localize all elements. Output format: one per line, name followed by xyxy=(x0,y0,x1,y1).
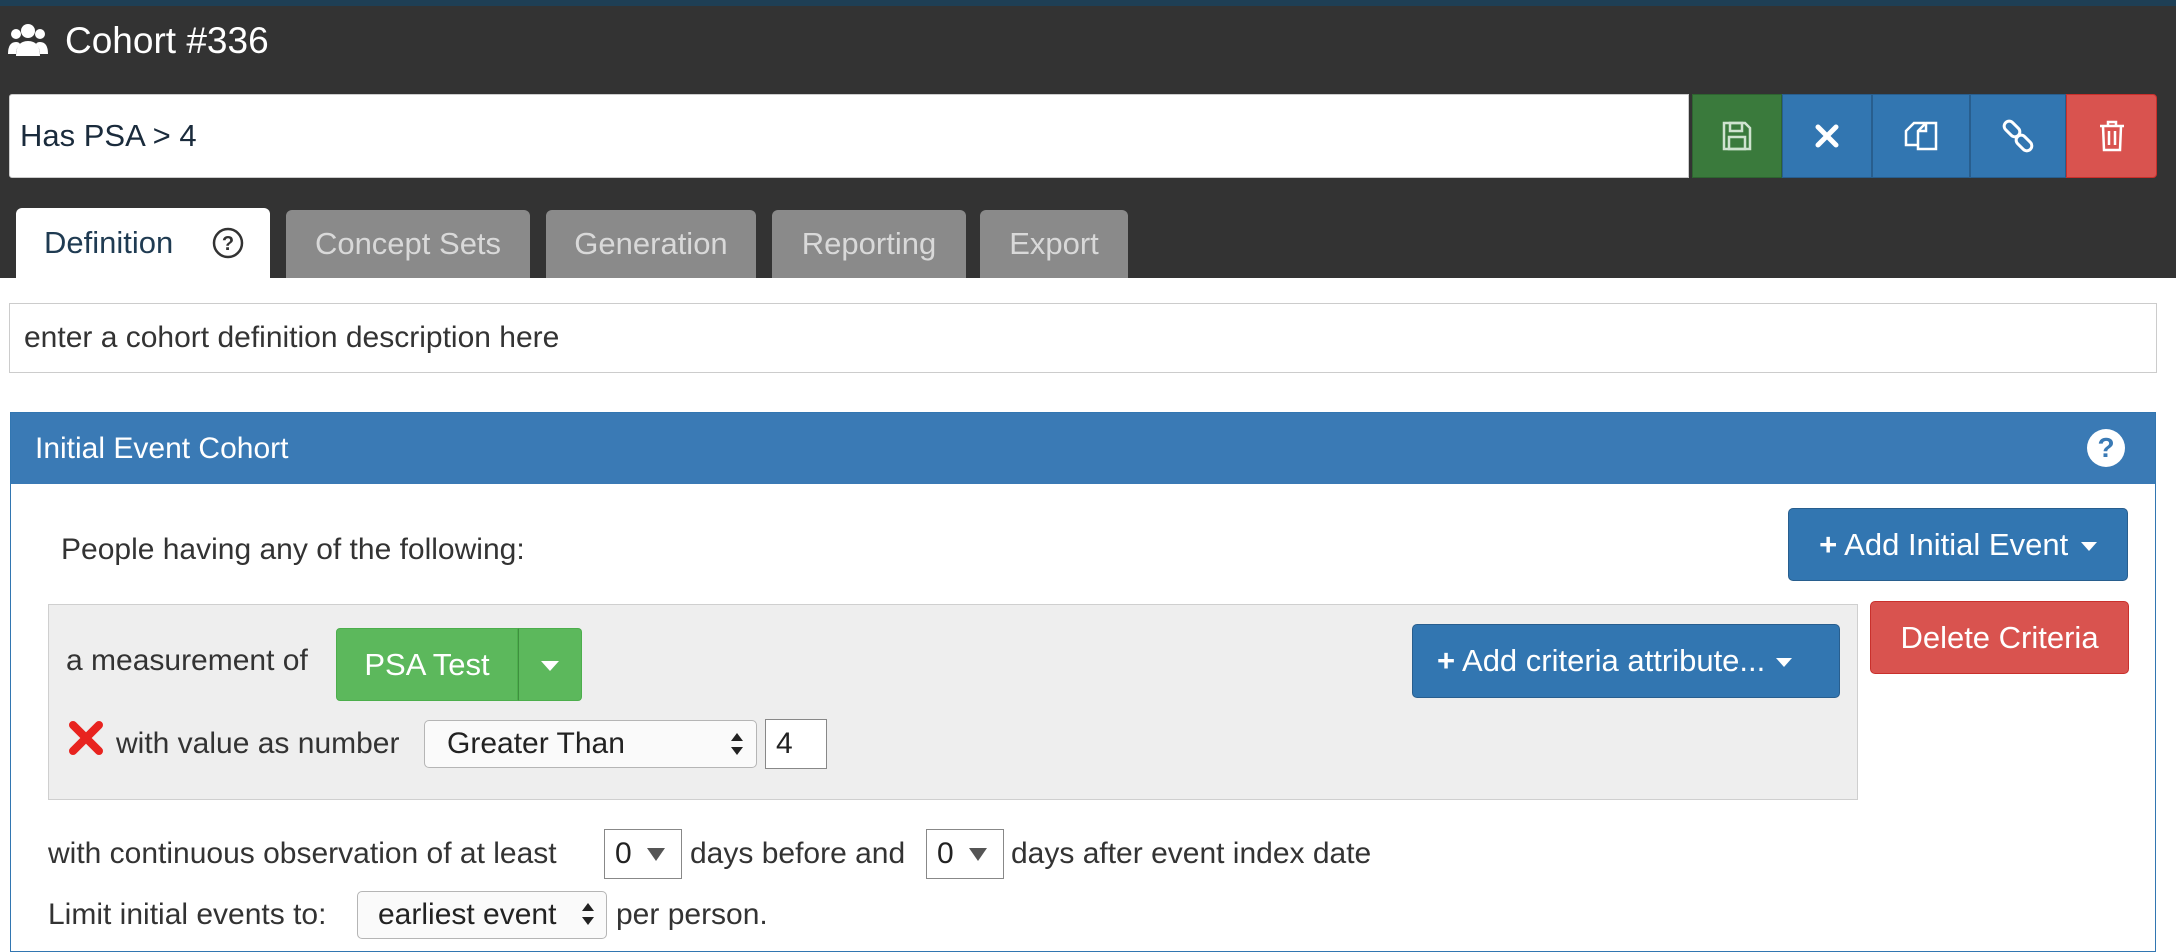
dropdown-arrow-icon xyxy=(969,848,987,861)
add-criteria-attribute-button[interactable]: + Add criteria attribute... xyxy=(1412,624,1840,698)
operator-value: Greater Than xyxy=(447,727,625,760)
select-arrows-icon xyxy=(582,903,594,911)
close-icon xyxy=(1815,124,1839,148)
tab-label: Generation xyxy=(574,226,728,261)
tab-reporting[interactable]: Reporting xyxy=(772,210,966,278)
tab-concept-sets[interactable]: Concept Sets xyxy=(286,210,530,278)
tab-generation[interactable]: Generation xyxy=(546,210,756,278)
select-arrows-icon xyxy=(582,917,594,925)
people-having-label: People having any of the following: xyxy=(61,533,525,566)
value-as-number-label: with value as number xyxy=(116,727,400,760)
remove-attribute-icon[interactable] xyxy=(68,720,104,756)
observation-middle: days before and xyxy=(690,837,906,870)
observation-prefix: with continuous observation of at least xyxy=(48,837,557,870)
tab-export[interactable]: Export xyxy=(980,210,1128,278)
tab-label: Reporting xyxy=(801,226,937,261)
plus-icon: + xyxy=(1437,643,1456,678)
tab-label: Export xyxy=(1009,226,1099,261)
link-icon xyxy=(2002,119,2034,153)
description-field[interactable]: enter a cohort definition description he… xyxy=(9,303,2157,373)
tab-label: Definition xyxy=(44,225,174,260)
operator-select[interactable]: Greater Than xyxy=(424,720,757,768)
caret-down-icon xyxy=(1775,658,1792,668)
limit-label: Limit initial events to: xyxy=(48,898,327,931)
svg-text:?: ? xyxy=(2097,432,2114,463)
trash-icon xyxy=(2099,120,2124,152)
panel-header xyxy=(11,413,2155,484)
button-label: Add criteria attribute... xyxy=(1462,643,1766,678)
dropdown-arrow-icon xyxy=(647,848,665,861)
days-after-select[interactable]: 0 xyxy=(926,829,1004,879)
page-title: Cohort #336 xyxy=(65,20,269,61)
copy-button[interactable] xyxy=(1872,94,1970,178)
caret-down-icon xyxy=(541,661,559,671)
limit-suffix: per person. xyxy=(616,898,768,931)
delete-criteria-button[interactable]: Delete Criteria xyxy=(1870,601,2129,674)
limit-value: earliest event xyxy=(378,898,557,931)
select-arrows-icon xyxy=(731,747,743,755)
tab-label: Concept Sets xyxy=(314,226,502,261)
users-icon xyxy=(8,24,48,56)
concept-set-dropdown-toggle[interactable] xyxy=(518,628,582,701)
observation-suffix: days after event index date xyxy=(1011,837,1372,870)
limit-events-select[interactable]: earliest event xyxy=(357,891,607,939)
days-after-value: 0 xyxy=(937,837,954,870)
select-arrows-icon xyxy=(731,733,743,741)
save-icon xyxy=(1722,121,1752,151)
cohort-name-input[interactable] xyxy=(9,94,1689,178)
days-before-value: 0 xyxy=(615,837,632,870)
add-initial-event-button[interactable]: + Add Initial Event xyxy=(1788,508,2128,581)
svg-text:?: ? xyxy=(222,233,234,255)
panel-title: Initial Event Cohort xyxy=(35,432,289,465)
value-input[interactable]: 4 xyxy=(765,719,827,769)
caret-down-icon xyxy=(2080,542,2097,552)
button-label: Add Initial Event xyxy=(1844,527,2069,562)
close-button[interactable] xyxy=(1782,94,1872,178)
save-button[interactable] xyxy=(1692,94,1782,178)
measurement-label: a measurement of xyxy=(66,644,308,677)
plus-icon: + xyxy=(1819,527,1838,562)
help-icon[interactable]: ? xyxy=(212,227,244,259)
link-button[interactable] xyxy=(1970,94,2066,178)
concept-set-button[interactable]: PSA Test xyxy=(336,628,518,701)
delete-cohort-button[interactable] xyxy=(2066,94,2157,178)
help-icon[interactable]: ? xyxy=(2086,428,2126,468)
copy-icon xyxy=(1904,121,1938,151)
days-before-select[interactable]: 0 xyxy=(604,829,682,879)
